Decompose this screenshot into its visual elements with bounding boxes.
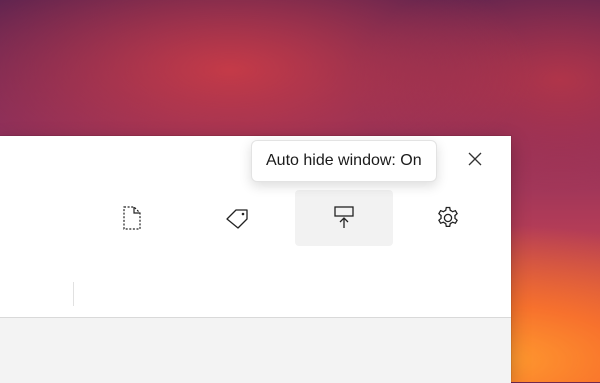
content-panel xyxy=(0,317,511,383)
vertical-divider xyxy=(73,282,74,306)
auto-hide-tooltip: Auto hide window: On xyxy=(251,140,437,182)
close-button[interactable] xyxy=(460,145,490,173)
new-page-icon xyxy=(123,206,141,230)
tag-button[interactable] xyxy=(189,190,287,246)
auto-hide-icon xyxy=(334,206,354,228)
tag-icon xyxy=(226,209,248,229)
new-page-button[interactable] xyxy=(83,190,181,246)
settings-button[interactable] xyxy=(399,190,497,246)
auto-hide-button[interactable] xyxy=(295,190,393,246)
close-icon xyxy=(468,152,482,166)
tooltip-text: Auto hide window: On xyxy=(266,152,422,169)
gear-icon xyxy=(438,206,458,228)
